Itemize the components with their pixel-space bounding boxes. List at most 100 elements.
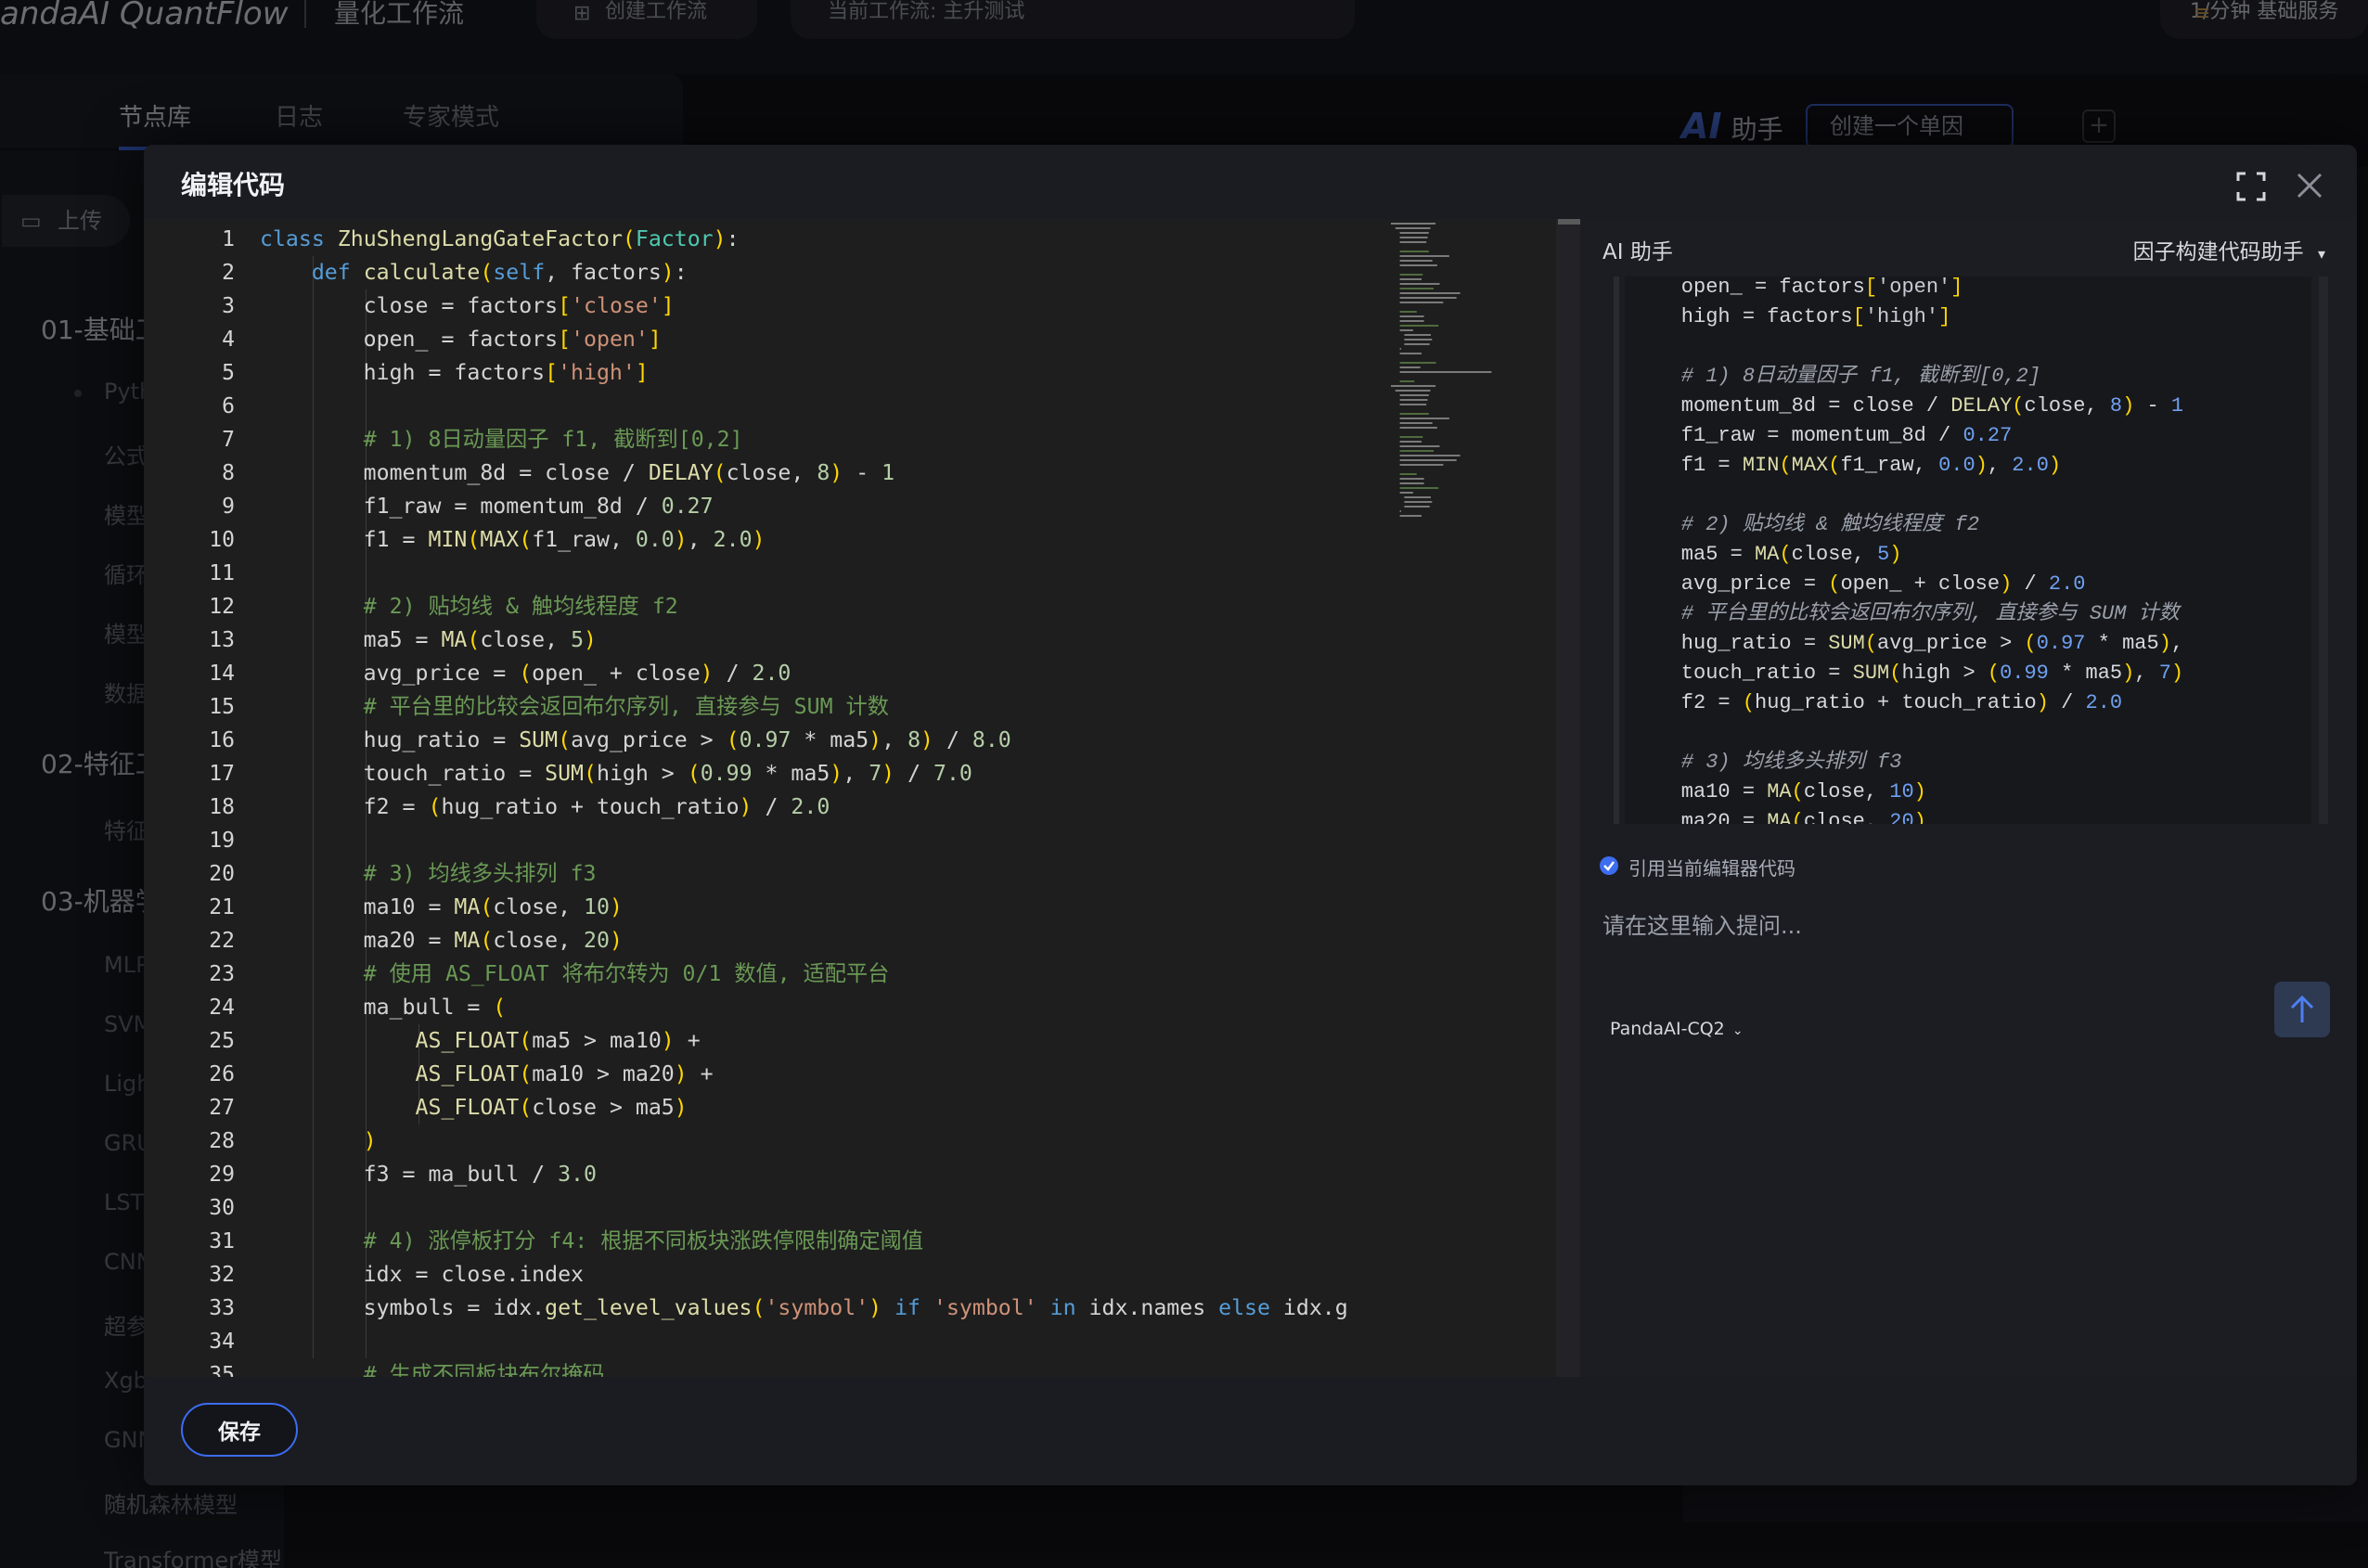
minimap-line [1399, 487, 1439, 489]
code-line[interactable]: class ZhuShengLangGateFactor(Factor): [260, 223, 740, 256]
minimap-line [1399, 394, 1429, 396]
code-line[interactable]: f1 = MIN(MAX(f1_raw, 0.0), 2.0) [260, 523, 766, 557]
code-line[interactable]: f2 = (hug_ratio + touch_ratio) / 2.0 [260, 790, 830, 824]
modal-footer [144, 1377, 2357, 1485]
line-number: 21 [209, 895, 235, 919]
minimap-line [1391, 385, 1436, 387]
code-area[interactable]: class ZhuShengLangGateFactor(Factor): de… [260, 219, 1531, 1377]
minimap-line [1399, 422, 1433, 424]
save-button[interactable]: 保存 [181, 1403, 298, 1457]
code-line[interactable]: hug_ratio = SUM(avg_price > (0.97 * ma5)… [260, 724, 1011, 757]
minimap-line [1399, 510, 1401, 512]
line-number: 20 [209, 862, 235, 886]
line-number: 16 [209, 728, 235, 752]
minimap-line [1399, 348, 1401, 350]
line-number: 6 [222, 394, 235, 418]
minimap-line [1399, 473, 1417, 475]
minimap-line [1399, 311, 1417, 313]
code-line[interactable]: ma_bull = ( [260, 991, 507, 1024]
code-line[interactable]: AS_FLOAT(ma10 > ma20) + [260, 1058, 714, 1091]
assistant-mode-select[interactable]: 因子构建代码助手 ▾ [2133, 234, 2325, 265]
code-line[interactable]: AS_FLOAT(close > ma5) [260, 1091, 688, 1125]
line-number: 30 [209, 1196, 235, 1220]
minimap-line [1399, 482, 1424, 484]
minimap-line [1404, 496, 1431, 498]
modal-title: 编辑代码 [181, 170, 286, 200]
line-number: 26 [209, 1062, 235, 1086]
code-line[interactable]: # 生成不同板块布尔掩码 [260, 1358, 605, 1377]
assistant-code-line: touch_ratio = SUM(high > (0.99 * ma5), 7… [1632, 662, 2184, 685]
line-number: 19 [209, 829, 235, 853]
line-number: 31 [209, 1229, 235, 1253]
minimap-line [1399, 404, 1427, 405]
minimap-line [1404, 501, 1433, 503]
code-line[interactable]: ma10 = MA(close, 10) [260, 891, 623, 924]
fullscreen-icon[interactable] [2235, 171, 2267, 202]
line-number: 29 [209, 1163, 235, 1187]
code-line[interactable]: f3 = ma_bull / 3.0 [260, 1158, 597, 1191]
minimap-line [1395, 390, 1431, 392]
assistant-code-border [1614, 276, 1619, 824]
assistant-code-line: f2 = (hug_ratio + touch_ratio) / 2.0 [1632, 691, 2123, 714]
code-line[interactable]: touch_ratio = SUM(high > (0.99 * ma5), 7… [260, 757, 972, 790]
model-select[interactable]: PandaAI-CQ2 ⌄ [1610, 1019, 1744, 1039]
code-line[interactable]: open_ = factors['open'] [260, 323, 662, 356]
assistant-header: AI 助手 因子构建代码助手 ▾ [1580, 219, 2357, 276]
code-line[interactable]: # 2) 贴均线 & 触均线程度 f2 [260, 590, 678, 623]
code-line[interactable]: momentum_8d = close / DELAY(close, 8) - … [260, 456, 894, 490]
code-line[interactable]: # 平台里的比较会返回布尔序列, 直接参与 SUM 计数 [260, 690, 889, 724]
code-line[interactable]: avg_price = (open_ + close) / 2.0 [260, 657, 791, 690]
minimap-line [1399, 362, 1436, 364]
ai-assistant-panel: AI 助手 因子构建代码助手 ▾ open_ = factors['open']… [1580, 219, 2357, 1377]
send-button[interactable] [2274, 982, 2330, 1037]
code-line[interactable]: symbols = idx.get_level_values('symbol')… [260, 1292, 1348, 1325]
code-line[interactable]: ) [260, 1125, 377, 1158]
minimap-line [1399, 288, 1434, 289]
minimap-line [1399, 292, 1461, 294]
code-editor[interactable]: 1 2 3 4 5 6 7 8 9 10 11 12 13 14 15 16 17 18 19 20 21 22 23 24 2… [144, 219, 1580, 1377]
checkbox-checked-icon[interactable] [1599, 855, 1619, 876]
code-line[interactable]: f1_raw = momentum_8d / 0.27 [260, 490, 714, 523]
line-number: 3 [222, 294, 235, 318]
chevron-down-icon: ▾ [2317, 245, 2325, 263]
code-line[interactable]: ma20 = MA(close, 20) [260, 924, 623, 958]
minimap-line [1399, 427, 1437, 429]
editor-scrollbar-thumb[interactable] [1558, 219, 1580, 225]
assistant-code-line: # 平台里的比较会返回布尔序列, 直接参与 SUM 计数 [1680, 602, 2180, 625]
code-line[interactable]: close = factors['close'] [260, 289, 675, 323]
close-icon[interactable] [2293, 169, 2326, 202]
assistant-code-line: open_ = factors['open'] [1632, 276, 1963, 299]
minimap-line [1399, 260, 1433, 262]
code-line[interactable]: # 3) 均线多头排列 f3 [260, 857, 597, 891]
line-number: 5 [222, 361, 235, 385]
edit-code-modal: 编辑代码 1 2 3 4 5 6 7 8 9 10 11 12 13 14 15 16 17 18 19 20 21 22… [144, 145, 2357, 1485]
line-number: 18 [209, 795, 235, 819]
minimap-line [1399, 353, 1422, 354]
line-number: 23 [209, 962, 235, 986]
editor-scrollbar[interactable] [1556, 219, 1580, 1377]
line-number: 7 [222, 428, 235, 452]
code-line[interactable]: # 1) 8日动量因子 f1, 截断到[0,2] [260, 423, 743, 456]
line-number: 22 [209, 929, 235, 953]
code-line[interactable]: ma5 = MA(close, 5) [260, 623, 597, 657]
code-line[interactable]: high = factors['high'] [260, 356, 649, 390]
code-line[interactable]: AS_FLOAT(ma5 > ma10) + [260, 1024, 701, 1058]
code-line[interactable]: idx = close.index [260, 1258, 584, 1292]
code-minimap[interactable] [1385, 219, 1552, 534]
assistant-code-line: # 3) 均线多头排列 f3 [1680, 751, 1902, 774]
minimap-line [1399, 251, 1429, 252]
reference-editor-code-label[interactable]: 引用当前编辑器代码 [1628, 854, 1795, 880]
line-number: 9 [222, 495, 235, 519]
assistant-code-line: # 1) 8日动量因子 f1, 截断到[0,2] [1680, 365, 2041, 388]
code-line[interactable]: def calculate(self, factors): [260, 256, 688, 289]
question-input[interactable] [1602, 898, 2289, 954]
minimap-line [1399, 264, 1437, 266]
line-number: 24 [209, 996, 235, 1020]
minimap-line [1399, 302, 1444, 303]
assistant-code-line: ma10 = MA(close, 10) [1632, 780, 1926, 803]
code-line[interactable]: # 使用 AS_FLOAT 将布尔转为 0/1 数值, 适配平台 [260, 958, 890, 991]
minimap-line [1404, 506, 1430, 508]
line-number: 15 [209, 695, 235, 719]
code-line[interactable]: # 4) 涨停板打分 f4: 根据不同板块涨跌停限制确定阈值 [260, 1225, 923, 1258]
assistant-scrollbar[interactable] [2319, 276, 2328, 824]
